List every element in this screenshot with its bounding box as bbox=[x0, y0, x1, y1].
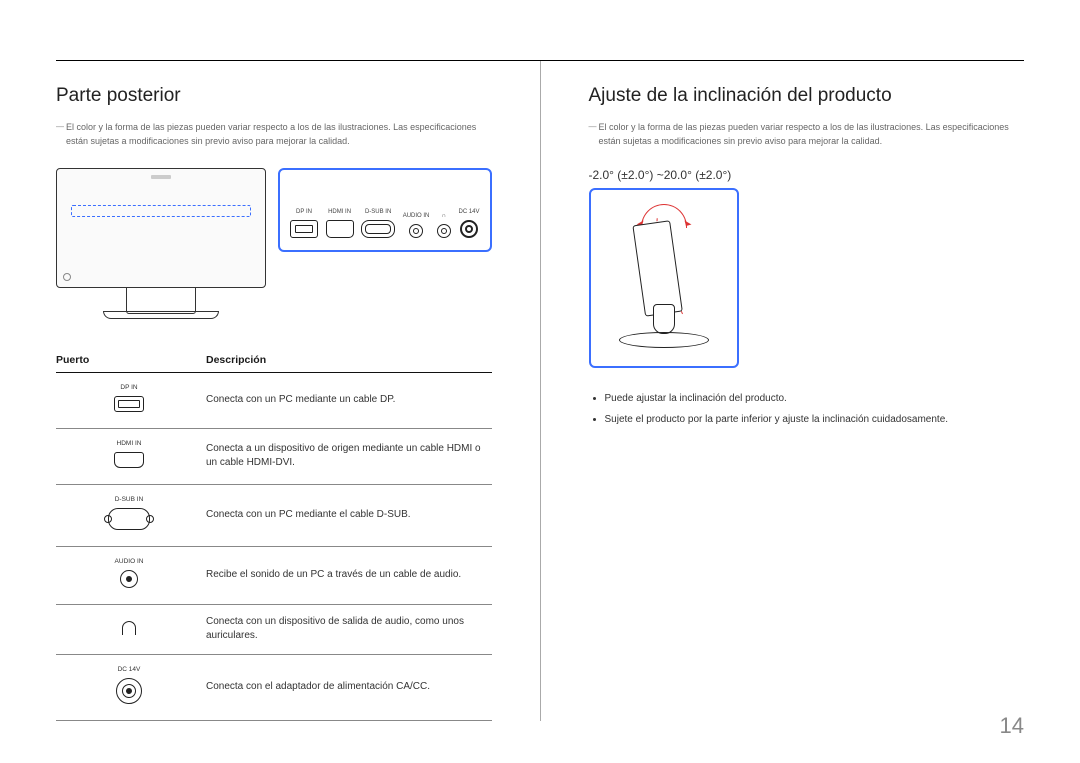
tilt-range-text: -2.0° (±2.0°) ~20.0° (±2.0°) bbox=[589, 168, 1025, 182]
dsub-port-icon bbox=[361, 220, 395, 238]
hp-icon bbox=[122, 621, 136, 635]
port-row-desc: Recibe el sonido de un PC a través de un… bbox=[206, 546, 492, 604]
tilt-diagram bbox=[589, 188, 739, 368]
rear-note: El color y la forma de las piezas pueden… bbox=[56, 121, 492, 148]
port-hdmi-label: HDMI IN bbox=[328, 209, 351, 215]
port-audio-label: AUDIO IN bbox=[403, 213, 430, 219]
tilt-heading: Ajuste de la inclinación del producto bbox=[589, 85, 1025, 107]
port-row-label: AUDIO IN bbox=[56, 557, 202, 566]
power-port-icon bbox=[460, 220, 478, 238]
port-row-desc: Conecta con un PC mediante un cable DP. bbox=[206, 373, 492, 429]
port-description-table: Puerto Descripción DP IN Conecta con un P… bbox=[56, 348, 492, 721]
rear-figure: DP IN HDMI IN D-SUB IN AUDIO IN ∩ bbox=[56, 168, 492, 314]
table-row: DP IN Conecta con un PC mediante un cable… bbox=[56, 373, 492, 429]
port-dp: DP IN bbox=[290, 209, 318, 238]
rear-port-highlight bbox=[71, 205, 251, 217]
right-column: Ajuste de la inclinación del producto El… bbox=[589, 61, 1025, 721]
kensington-lock-icon bbox=[63, 273, 71, 281]
port-cell: AUDIO IN bbox=[56, 546, 206, 604]
port-dsub: D-SUB IN bbox=[361, 209, 395, 238]
port-dp-label: DP IN bbox=[296, 209, 312, 215]
table-row: HDMI IN Conecta a un dispositivo de orige… bbox=[56, 428, 492, 484]
column-divider bbox=[540, 61, 541, 721]
two-column-layout: Parte posterior El color y la forma de l… bbox=[56, 60, 1024, 721]
rear-heading: Parte posterior bbox=[56, 85, 492, 107]
table-row: DC 14V Conecta con el adaptador de alimen… bbox=[56, 654, 492, 720]
dp-port-icon bbox=[290, 220, 318, 238]
port-hdmi: HDMI IN bbox=[326, 209, 354, 238]
pwr-icon bbox=[116, 678, 142, 704]
table-header-desc: Descripción bbox=[206, 348, 492, 373]
left-column: Parte posterior El color y la forma de l… bbox=[56, 61, 492, 721]
port-row-label: D-SUB IN bbox=[56, 495, 202, 504]
port-cell: DP IN bbox=[56, 373, 206, 429]
list-item: Puede ajustar la inclinación del product… bbox=[605, 390, 1025, 407]
list-item: Sujete el producto por la parte inferior… bbox=[605, 411, 1025, 428]
port-row-label: HDMI IN bbox=[56, 439, 202, 448]
headphone-jack-icon bbox=[437, 224, 451, 238]
port-row-desc: Conecta con el adaptador de alimentación… bbox=[206, 654, 492, 720]
audio-jack-icon bbox=[409, 224, 423, 238]
port-power-label: DC 14V bbox=[458, 209, 479, 215]
port-panel-callout: DP IN HDMI IN D-SUB IN AUDIO IN ∩ bbox=[278, 168, 492, 252]
port-headphone-label: ∩ bbox=[442, 213, 446, 219]
tilt-note: El color y la forma de las piezas pueden… bbox=[589, 121, 1025, 148]
tilt-bullet-list: Puede ajustar la inclinación del product… bbox=[589, 390, 1025, 428]
table-row: AUDIO IN Recibe el sonido de un PC a trav… bbox=[56, 546, 492, 604]
monitor-rear-diagram bbox=[56, 168, 266, 314]
jack-icon bbox=[120, 570, 138, 588]
hdmi-port-icon bbox=[326, 220, 354, 238]
port-power: DC 14V bbox=[458, 209, 479, 238]
table-row: D-SUB IN Conecta con un PC mediante el ca… bbox=[56, 484, 492, 546]
port-dsub-label: D-SUB IN bbox=[365, 209, 391, 215]
port-cell: DC 14V bbox=[56, 654, 206, 720]
port-headphone: ∩ bbox=[437, 213, 451, 238]
table-header-port: Puerto bbox=[56, 348, 206, 373]
hdmi-icon bbox=[114, 452, 144, 468]
port-audio: AUDIO IN bbox=[403, 213, 430, 238]
port-cell: HDMI IN bbox=[56, 428, 206, 484]
port-row-desc: Conecta a un dispositivo de origen media… bbox=[206, 428, 492, 484]
page-number: 14 bbox=[1000, 713, 1024, 739]
port-cell bbox=[56, 604, 206, 654]
dsub-icon bbox=[108, 508, 150, 530]
port-row-label: DC 14V bbox=[56, 665, 202, 674]
port-row-label: DP IN bbox=[56, 383, 202, 392]
port-row-desc: Conecta con un PC mediante el cable D-SU… bbox=[206, 484, 492, 546]
port-row-desc: Conecta con un dispositivo de salida de … bbox=[206, 604, 492, 654]
dp-icon bbox=[114, 396, 144, 412]
table-row: Conecta con un dispositivo de salida de … bbox=[56, 604, 492, 654]
port-cell: D-SUB IN bbox=[56, 484, 206, 546]
